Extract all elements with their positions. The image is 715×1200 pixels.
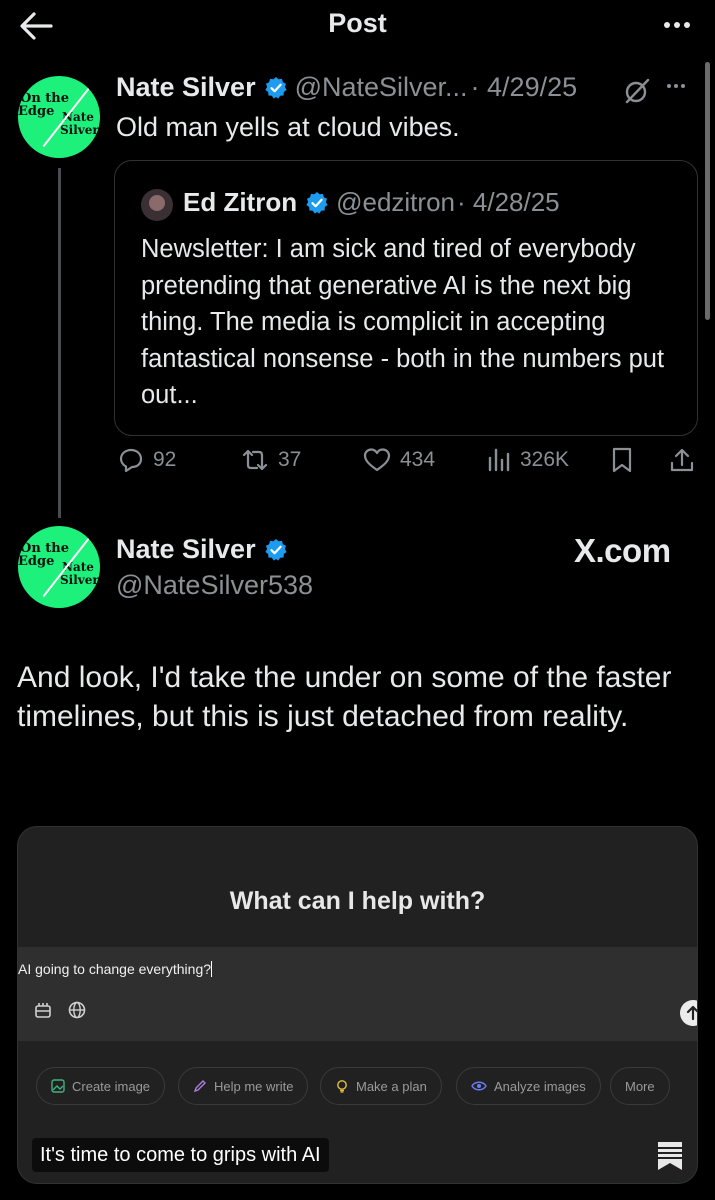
globe-icon bbox=[68, 1001, 86, 1019]
chip-make-a-plan: Make a plan bbox=[320, 1067, 442, 1105]
share-icon bbox=[670, 448, 694, 472]
like-button[interactable]: 434 bbox=[362, 446, 435, 474]
more-options-button[interactable] bbox=[657, 10, 697, 40]
prompt-box: AI going to change everything? bbox=[18, 947, 697, 1041]
share-button[interactable] bbox=[668, 446, 696, 474]
author-name[interactable]: Nate Silver bbox=[116, 534, 256, 565]
media-heading: What can I help with? bbox=[229, 887, 486, 915]
tweet-header: Nate Silver bbox=[116, 534, 295, 565]
attach-icon bbox=[35, 1003, 51, 1018]
prompt-text: AI going to change everything? bbox=[18, 961, 212, 977]
avatar bbox=[141, 189, 173, 221]
bookmark-button[interactable] bbox=[610, 446, 634, 474]
repost-icon bbox=[242, 449, 268, 471]
tweet-text: Old man yells at cloud vibes. bbox=[116, 112, 460, 142]
tweet-header: Nate Silver @NateSilver... · 4/29/25 bbox=[116, 72, 577, 103]
scrollbar[interactable] bbox=[705, 62, 710, 320]
eye-icon bbox=[471, 1081, 487, 1091]
views-count: 326K bbox=[520, 448, 570, 471]
like-count: 434 bbox=[400, 448, 436, 471]
verified-icon bbox=[264, 76, 287, 99]
quote-author-name: Ed Zitron bbox=[183, 187, 298, 217]
quote-author-handle: @edzitron bbox=[336, 187, 455, 217]
quote-header: Ed Zitron @edzitron · 4/28/25 bbox=[183, 187, 560, 218]
avatar[interactable]: On the Edge Nate Silver bbox=[18, 526, 100, 608]
chip-create-image: Create image bbox=[36, 1067, 166, 1105]
reply-count: 92 bbox=[153, 448, 177, 471]
image-icon bbox=[51, 1079, 65, 1093]
tweet-more-button[interactable] bbox=[667, 84, 685, 88]
verified-icon bbox=[306, 191, 328, 214]
author-name[interactable]: Nate Silver bbox=[116, 72, 256, 103]
video-logo-icon bbox=[658, 1142, 682, 1170]
more-icon bbox=[664, 22, 670, 28]
verified-icon bbox=[264, 538, 287, 561]
post-date: · 4/29/25 bbox=[470, 72, 578, 102]
more-icon bbox=[667, 84, 671, 88]
author-handle[interactable]: @NateSilver... bbox=[295, 72, 468, 103]
top-bar: Post bbox=[0, 0, 715, 64]
edited-icon[interactable] bbox=[622, 76, 652, 106]
author-handle[interactable]: @NateSilver538 bbox=[116, 570, 313, 601]
chip-analyze-images: Analyze images bbox=[456, 1067, 601, 1105]
media-caption: It's time to come to grips with AI bbox=[32, 1138, 329, 1172]
arrow-up-icon bbox=[686, 1005, 697, 1021]
like-icon bbox=[363, 448, 391, 472]
reply-icon bbox=[119, 448, 143, 473]
tweet-text: And look, I'd take the under on some of … bbox=[17, 661, 672, 733]
media-video[interactable]: What can I help with? AI going to change… bbox=[17, 826, 698, 1184]
quoted-tweet[interactable]: Ed Zitron @edzitron · 4/28/25 Newsletter… bbox=[114, 160, 698, 436]
lightbulb-icon bbox=[337, 1080, 347, 1093]
page-title: Post bbox=[328, 8, 387, 38]
x-watermark: X.com bbox=[574, 532, 671, 569]
bookmark-icon bbox=[612, 447, 632, 473]
avatar[interactable]: On the Edge Nate Silver bbox=[18, 76, 100, 158]
action-bar: 92 37 434 326K bbox=[0, 446, 715, 486]
reply-button[interactable]: 92 bbox=[117, 446, 176, 474]
quote-text: Newsletter: I am sick and tired of every… bbox=[141, 235, 665, 409]
repost-count: 37 bbox=[278, 448, 302, 471]
chip-more: More bbox=[610, 1067, 670, 1105]
send-button bbox=[680, 1000, 697, 1026]
views-icon bbox=[488, 448, 510, 472]
quote-date: · 4/28/25 bbox=[457, 187, 560, 217]
views-button[interactable]: 326K bbox=[486, 446, 569, 474]
repost-button[interactable]: 37 bbox=[240, 446, 301, 474]
chip-help-me-write: Help me write bbox=[178, 1067, 309, 1105]
pen-icon bbox=[193, 1080, 206, 1093]
